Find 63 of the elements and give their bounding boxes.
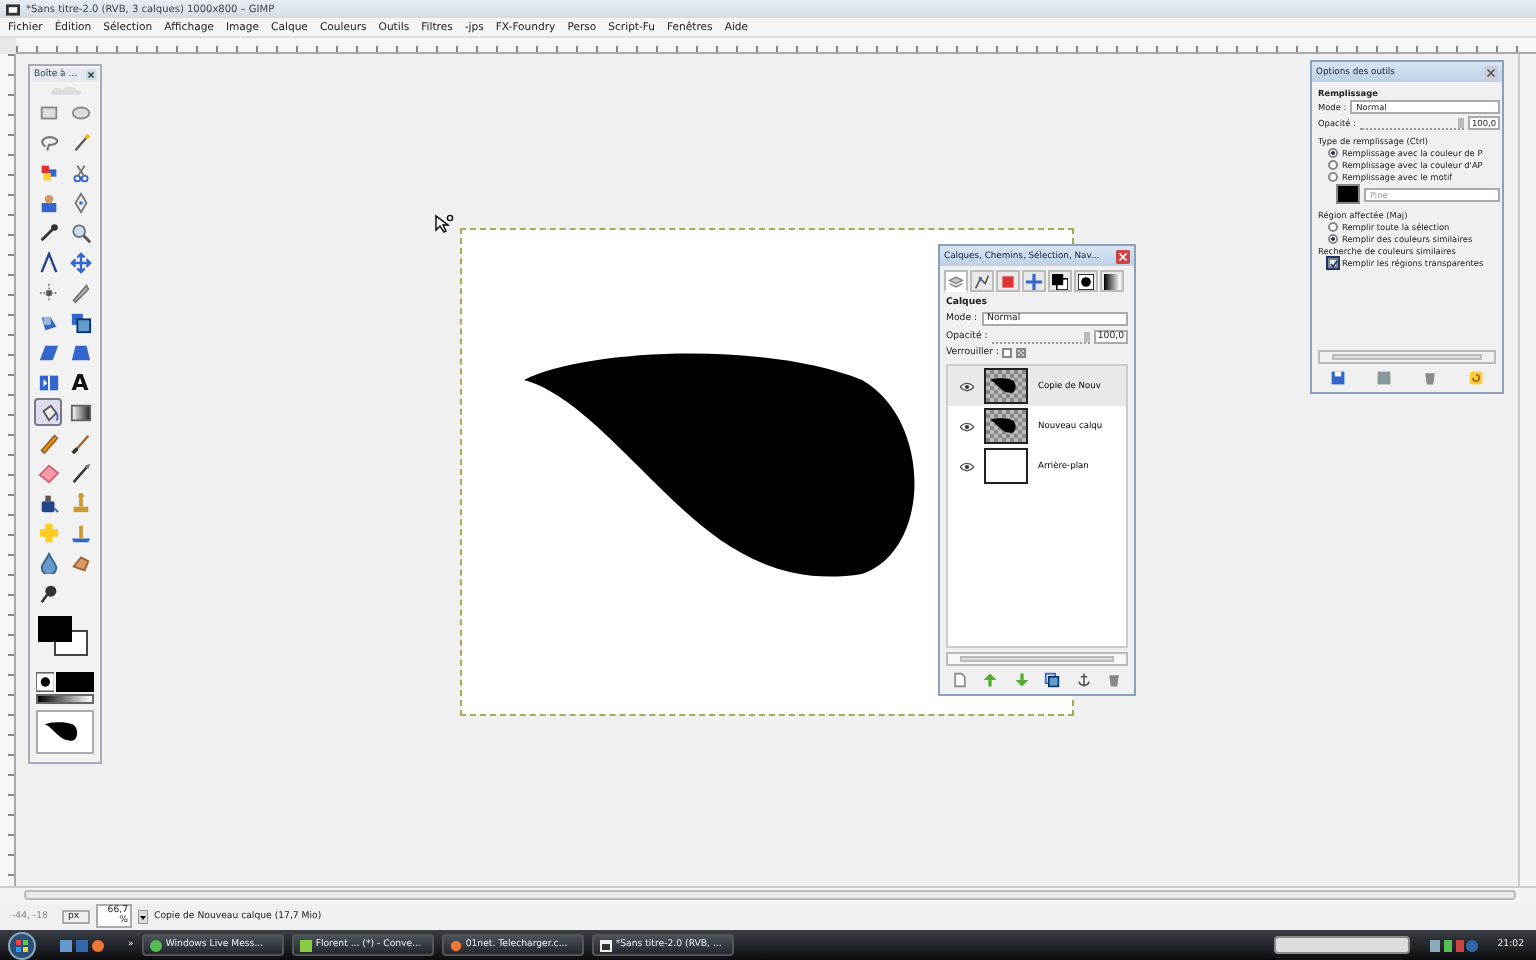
opacity-slider[interactable] (991, 331, 1090, 343)
checkbox[interactable] (1328, 258, 1338, 268)
media-controls[interactable] (1273, 936, 1410, 954)
navigation-tab[interactable] (1022, 270, 1046, 292)
align-icon[interactable] (34, 278, 62, 306)
close-icon (1116, 249, 1130, 263)
gradient-icon (1104, 273, 1120, 289)
magnifier-icon[interactable] (66, 218, 94, 246)
lock-alpha-checkbox[interactable] (1016, 348, 1027, 358)
brush-dot-icon (1078, 273, 1094, 289)
horizontal-scrollbar[interactable] (0, 886, 1536, 902)
restore-icon[interactable] (1376, 370, 1393, 386)
text-tool-button[interactable]: A (66, 368, 94, 396)
radio-button[interactable] (1328, 148, 1338, 158)
save-icon[interactable] (1330, 370, 1347, 386)
radio-button[interactable] (1328, 172, 1338, 182)
colors-icon (1052, 273, 1068, 289)
desktop-icon[interactable] (60, 939, 72, 951)
start-button-icon[interactable] (8, 931, 36, 959)
up-arrow-icon[interactable] (982, 672, 999, 688)
reset-icon[interactable] (1467, 370, 1484, 386)
vertical-scrollbar[interactable] (1518, 54, 1536, 886)
paint-bucket-icon[interactable] (34, 398, 62, 426)
browser-icon[interactable] (92, 939, 104, 951)
brush-preview-icon (36, 672, 55, 692)
browser-app-icon (449, 939, 462, 951)
radio-button[interactable] (1328, 222, 1338, 232)
trash-icon[interactable] (1106, 672, 1123, 688)
close-icon (86, 70, 96, 80)
channel-icon (1000, 273, 1016, 289)
navigation-icon (1026, 273, 1042, 289)
horizontal-scrollbar[interactable] (946, 652, 1128, 666)
layer-thumbnail (984, 368, 1028, 404)
gradient-preview[interactable] (36, 694, 94, 704)
radio-button[interactable] (1328, 160, 1338, 170)
scale-icon[interactable] (66, 308, 94, 336)
pointer-icon (434, 214, 454, 234)
messenger-app-icon (149, 939, 162, 951)
gimp-app-icon (599, 939, 612, 951)
pattern-swatch[interactable] (1336, 184, 1360, 204)
layers-icon (948, 273, 964, 289)
path-icon (974, 273, 990, 289)
lock-pixels-checkbox[interactable] (1002, 348, 1013, 358)
duplicate-icon[interactable] (1044, 672, 1061, 688)
anchor-icon[interactable] (1075, 672, 1092, 688)
horizontal-scrollbar[interactable] (1318, 350, 1496, 364)
colors-tab[interactable] (1048, 270, 1072, 292)
window-switch-icon[interactable] (76, 939, 88, 951)
move-arrows-icon[interactable] (66, 248, 94, 276)
layer-thumbnail (984, 448, 1028, 484)
image-thumbnail[interactable] (36, 710, 94, 754)
dropdown-icon (138, 909, 148, 923)
chat-app-icon (299, 939, 312, 951)
layer-thumbnail (984, 408, 1028, 444)
path-tab[interactable] (970, 270, 994, 292)
brush-dot-tab[interactable] (1074, 270, 1098, 292)
radio-button[interactable] (1328, 234, 1338, 244)
gradient-tab[interactable] (1100, 270, 1124, 292)
new-page-icon[interactable] (951, 672, 968, 688)
down-arrow-icon[interactable] (1013, 672, 1030, 688)
close-icon (1484, 65, 1498, 79)
layers-tab[interactable] (944, 270, 968, 292)
trash-icon[interactable] (1421, 370, 1438, 386)
